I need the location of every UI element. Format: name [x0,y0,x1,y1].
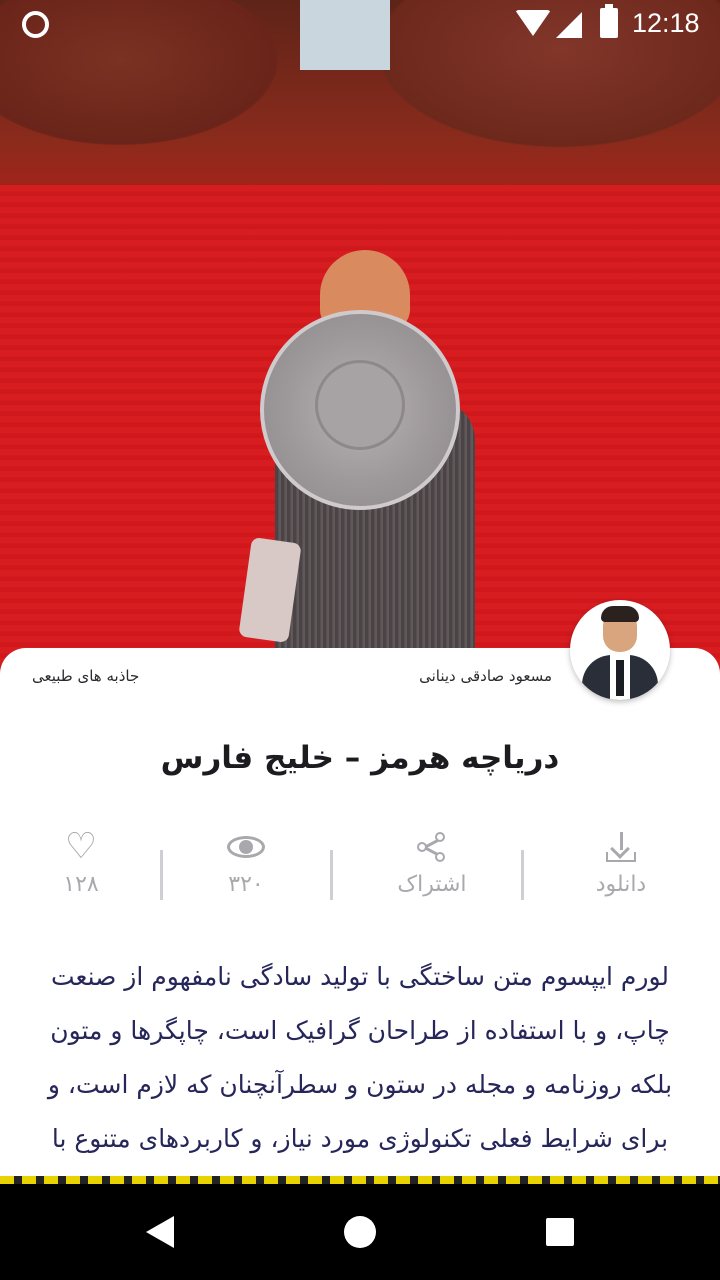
wifi-icon [515,10,551,36]
like-button[interactable]: ♡ ۱۲۸ [26,826,136,898]
share-icon [415,830,449,864]
recent-apps-icon[interactable] [546,1218,574,1246]
signal-icon [556,12,582,38]
likes-count: ۱۲۸ [63,872,99,897]
hero-image [0,0,720,700]
download-button[interactable]: دانلود [566,830,676,897]
share-button[interactable]: اشتراک [377,830,487,897]
author-name[interactable]: مسعود صادقی دینانی [419,667,552,685]
category-label[interactable]: جاذبه های طبیعی [32,667,139,685]
views-counter: ۳۲۰ [191,830,301,897]
eye-icon [226,830,266,864]
heart-icon: ♡ [64,826,98,867]
divider [330,850,333,900]
home-icon[interactable] [344,1216,376,1248]
status-time: 12:18 [632,8,700,38]
share-label: اشتراک [397,872,467,897]
back-icon[interactable] [146,1216,174,1248]
views-count: ۳۲۰ [228,872,264,897]
notification-dot-icon [22,11,49,38]
download-label: دانلود [595,872,647,897]
navigation-bar [0,1184,720,1280]
action-bar: دانلود اشتراک ۳۲۰ ♡ ۱۲۸ [0,826,720,910]
post-title: دریاچه هرمز – خلیج فارس [160,740,560,776]
download-icon [604,830,638,864]
divider [160,850,163,900]
divider [521,850,524,900]
scroll-edge [0,1176,720,1184]
author-avatar[interactable] [570,600,670,700]
status-bar: 12:18 [0,0,720,48]
battery-icon [600,4,618,38]
post-body: لورم ایپسوم متن ساختگی با تولید سادگی نا… [47,962,673,1180]
